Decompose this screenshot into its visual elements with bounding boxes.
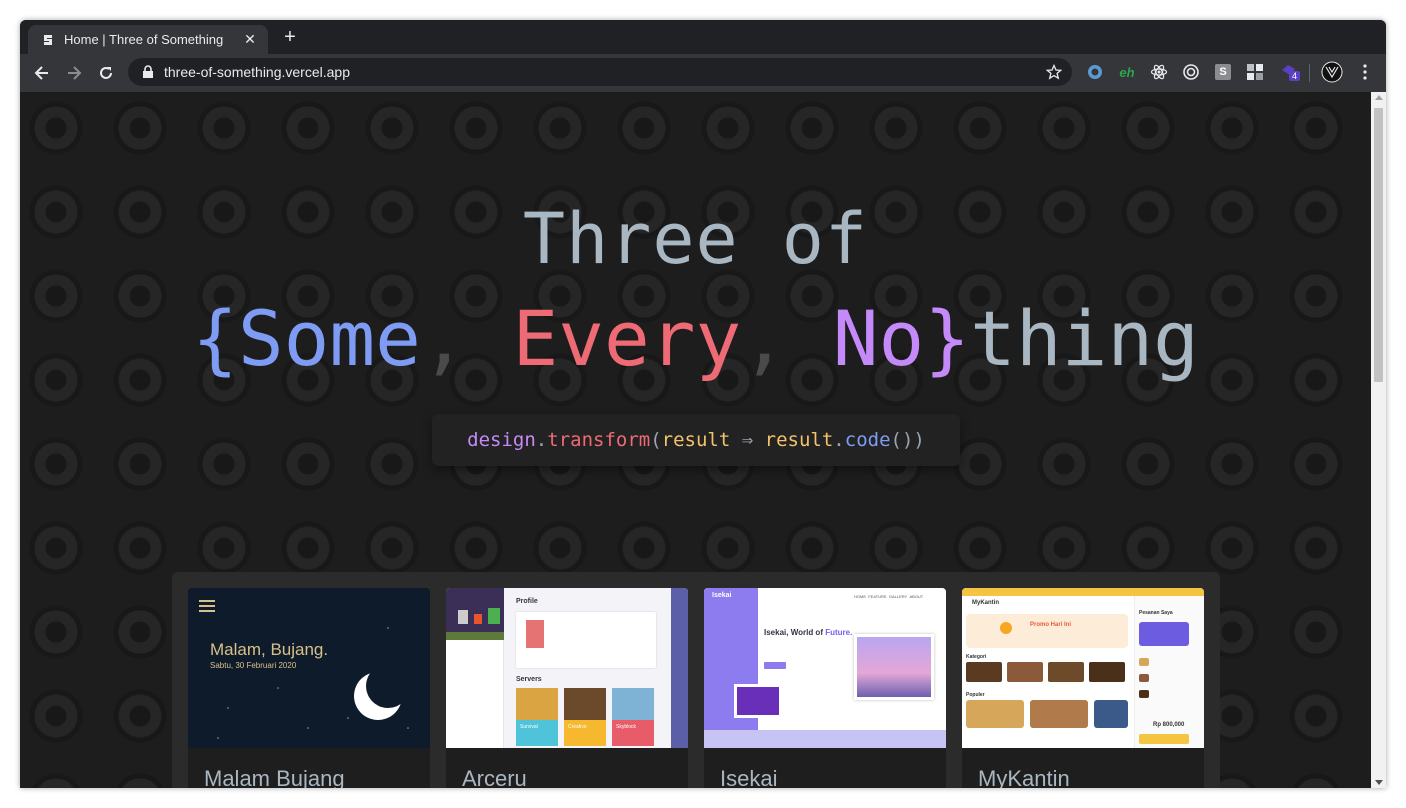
preview-logo: Isekai xyxy=(712,592,732,599)
pixel-art-image xyxy=(446,588,504,640)
project-card-mykantin[interactable]: MyKantin Promo Hari Ini Kategori Populer xyxy=(962,588,1204,788)
browser-window: Home | Three of Something ✕ + three-of-s… xyxy=(20,20,1386,788)
extension-loop-icon[interactable] xyxy=(1083,60,1107,84)
preview-heading: Isekai, World of Future. xyxy=(764,628,853,637)
server-name: Survival xyxy=(520,724,538,730)
code-token: transform xyxy=(547,429,651,451)
extension-grid-icon[interactable] xyxy=(1243,60,1267,84)
react-devtools-icon[interactable] xyxy=(1147,60,1171,84)
preview-date: Sabtu, 30 Februari 2020 xyxy=(210,661,297,670)
hero-right-brace: } xyxy=(924,294,971,383)
site-favicon-icon xyxy=(40,32,56,48)
code-token: result xyxy=(764,429,834,451)
url-text: three-of-something.vercel.app xyxy=(164,64,350,80)
preview-heading: Malam, Bujang. xyxy=(210,640,329,659)
extension-target-icon[interactable] xyxy=(1179,60,1203,84)
lock-icon xyxy=(143,65,153,78)
cta-button-preview xyxy=(764,662,786,669)
scroll-down-icon[interactable] xyxy=(1375,780,1383,785)
preview-brand: MyKantin xyxy=(972,600,999,606)
hero-word-no: No xyxy=(832,294,925,383)
hamburger-menu-icon[interactable] xyxy=(199,600,215,612)
project-title: Isekai xyxy=(720,766,778,788)
back-arrow-icon xyxy=(34,66,48,80)
sidebar-preview xyxy=(446,640,504,748)
project-title: Malam Bujang xyxy=(204,766,345,788)
hero-image-preview xyxy=(854,634,934,700)
tab-title: Home | Three of Something xyxy=(64,32,224,47)
server-card: Creative xyxy=(564,688,606,746)
project-thumbnail: Profile Servers Survival Creative Skyblo… xyxy=(446,588,688,748)
server-card: Skyblock xyxy=(612,688,654,746)
profile-avatar[interactable] xyxy=(1320,60,1344,84)
code-token: ( xyxy=(650,429,662,451)
hero-word-every: Every xyxy=(512,294,742,383)
hero-comma: , xyxy=(741,294,788,383)
forward-arrow-icon xyxy=(68,66,82,80)
address-bar[interactable]: three-of-something.vercel.app xyxy=(128,58,1072,86)
hero-title-line1: Three of xyxy=(522,198,869,280)
page-viewport: Three of {Some, Every, No}thing design. t… xyxy=(20,92,1371,788)
project-card-malam-bujang[interactable]: Malam, Bujang. Sabtu, 30 Februari 2020 M… xyxy=(188,588,430,788)
scroll-up-icon[interactable] xyxy=(1375,95,1383,100)
hero-word-thing: thing xyxy=(970,294,1199,383)
forward-button[interactable] xyxy=(58,57,90,89)
order-total: Rp 800,000 xyxy=(1153,722,1185,728)
project-thumbnail: MyKantin Promo Hari Ini Kategori Populer xyxy=(962,588,1204,748)
profile-card-preview xyxy=(516,612,656,668)
project-title: Arceru xyxy=(462,766,527,788)
extension-s-icon[interactable]: S xyxy=(1211,60,1235,84)
extension-eh-icon[interactable]: eh xyxy=(1115,60,1139,84)
code-token: . xyxy=(535,429,548,451)
code-snippet: design. transform(result ⇒ result. code()) xyxy=(432,414,960,466)
hero-title-line2: {Some, Every, No}thing xyxy=(20,294,1371,383)
new-tab-button[interactable]: + xyxy=(278,26,302,50)
project-card-arceru[interactable]: Profile Servers Survival Creative Skyblo… xyxy=(446,588,688,788)
project-title: MyKantin xyxy=(978,766,1070,788)
toolbar-divider xyxy=(1309,64,1310,82)
project-card-isekai[interactable]: Isekai HOME FEATURE GALLERY ABOUT Isekai… xyxy=(704,588,946,788)
server-name: Skyblock xyxy=(616,724,637,730)
close-tab-icon[interactable]: ✕ xyxy=(242,31,258,48)
tab-strip: Home | Three of Something ✕ + xyxy=(20,20,1386,54)
bookmark-star-icon[interactable] xyxy=(1046,64,1062,80)
preview-profile-label: Profile xyxy=(516,598,538,605)
reload-icon xyxy=(100,67,112,79)
code-token: ⇒ xyxy=(741,429,754,451)
code-token: . xyxy=(833,429,845,451)
reload-button[interactable] xyxy=(90,57,122,89)
code-token: code xyxy=(844,429,891,451)
extension-badge-icon[interactable]: 4 xyxy=(1277,60,1301,84)
preview-nav: HOME FEATURE GALLERY ABOUT xyxy=(854,594,924,599)
browser-menu-icon[interactable] xyxy=(1353,60,1377,84)
hero-comma: , xyxy=(420,294,467,383)
code-token: ()) xyxy=(890,429,925,451)
browser-toolbar: three-of-something.vercel.app eh S 4 xyxy=(20,54,1386,92)
hero-word-some: Some xyxy=(237,294,421,383)
promo-label: Promo Hari Ini xyxy=(1030,622,1072,628)
gallery-image-preview xyxy=(734,684,782,718)
projects-panel: Malam, Bujang. Sabtu, 30 Februari 2020 M… xyxy=(172,572,1220,788)
extension-badge-count: 4 xyxy=(1289,71,1301,81)
right-rail-preview xyxy=(671,588,688,748)
project-thumbnail: Isekai HOME FEATURE GALLERY ABOUT Isekai… xyxy=(704,588,946,748)
server-name: Creative xyxy=(568,724,587,730)
preview-kategori: Kategori xyxy=(966,654,987,660)
server-card: Survival xyxy=(516,688,558,746)
promo-banner-preview: Promo Hari Ini xyxy=(966,614,1128,648)
preview-servers-label: Servers xyxy=(516,676,542,683)
project-thumbnail: Malam, Bujang. Sabtu, 30 Februari 2020 xyxy=(188,588,430,748)
crescent-moon-icon xyxy=(354,666,408,720)
code-token: design xyxy=(467,429,536,451)
order-label: Pesanan Saya xyxy=(1139,610,1173,616)
browser-tab[interactable]: Home | Three of Something ✕ xyxy=(28,25,268,54)
code-token: result xyxy=(661,429,731,451)
scrollbar-thumb[interactable] xyxy=(1374,108,1383,382)
back-button[interactable] xyxy=(26,57,58,89)
order-sidebar-preview: Pesanan Saya Rp 800,000 xyxy=(1134,596,1204,748)
hero-left-brace: { xyxy=(192,294,238,383)
page-scrollbar[interactable] xyxy=(1371,92,1386,788)
preview-populer: Populer xyxy=(966,692,985,698)
